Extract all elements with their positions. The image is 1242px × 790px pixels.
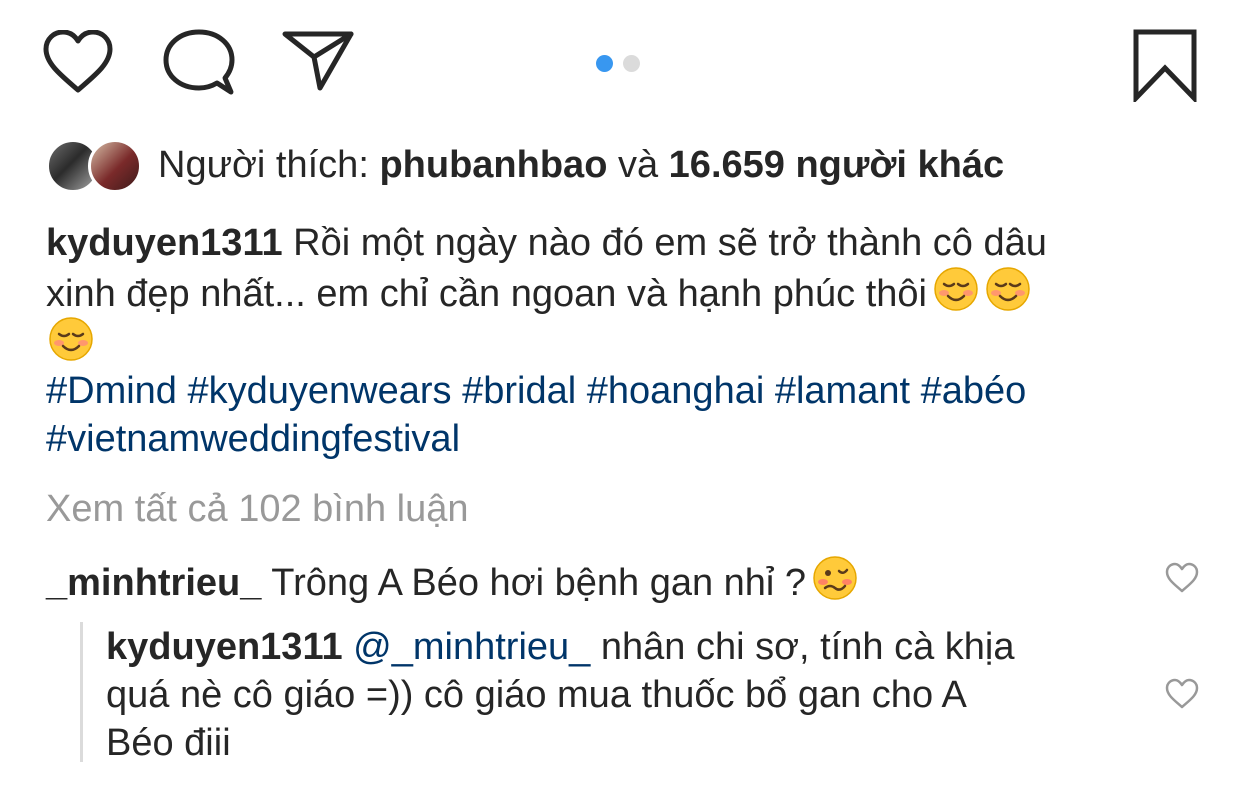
carousel-dot: [623, 55, 640, 72]
carousel-dot-active: [596, 55, 613, 72]
hashtags-line-1: #Dmind #kyduyenwears #bridal #hoanghai #…: [46, 366, 1026, 416]
reply-text-3: Béo điii: [106, 722, 231, 764]
comment-username[interactable]: _minhtrieu_: [46, 562, 261, 604]
reply-thread-line: [80, 622, 83, 762]
hashtags-line-2: #vietnamweddingfestival: [46, 414, 460, 464]
reply-username[interactable]: kyduyen1311: [106, 626, 343, 668]
comment-row: _minhtrieu_ Trông A Béo hơi bệnh gan nhỉ…: [46, 555, 858, 614]
smiling-face-icon: [985, 266, 1031, 325]
liker-username[interactable]: phubanhbao: [379, 144, 607, 186]
likes-conjunction: và: [617, 144, 659, 186]
liker-avatars[interactable]: [46, 139, 142, 193]
avatar: [88, 139, 142, 193]
caption-text-2: xinh đẹp nhất... em chỉ cần ngoan và hạn…: [46, 273, 927, 315]
reply-text-2: quá nè cô giáo =)) cô giáo mua thuốc bổ …: [106, 674, 967, 716]
hashtag-link[interactable]: #bridal: [462, 370, 576, 412]
hashtag-link[interactable]: #abéo: [921, 370, 1027, 412]
save-bookmark-icon[interactable]: [1132, 28, 1198, 102]
likes-prefix: Người thích:: [158, 144, 369, 186]
likes-summary[interactable]: Người thích: phubanhbao và 16.659 người …: [158, 140, 1004, 190]
hashtag-link[interactable]: #lamant: [775, 370, 910, 412]
carousel-indicator: [596, 55, 640, 72]
smiling-face-icon: [48, 316, 94, 367]
hashtag-link[interactable]: #vietnamweddingfestival: [46, 418, 460, 460]
woozy-face-icon: [812, 555, 858, 614]
smiling-face-icon: [933, 266, 979, 325]
hashtag-link[interactable]: #Dmind: [46, 370, 177, 412]
reply-like-heart-icon[interactable]: [1164, 678, 1200, 710]
reply-text-1: nhân chi sơ, tính cà khịa: [600, 626, 1015, 668]
like-heart-icon[interactable]: [42, 30, 114, 94]
likes-others-count[interactable]: 16.659 người khác: [669, 144, 1004, 186]
share-paper-plane-icon[interactable]: [282, 30, 354, 92]
caption-username[interactable]: kyduyen1311: [46, 222, 283, 264]
reply-line-1: kyduyen1311 @_minhtrieu_ nhân chi sơ, tí…: [106, 622, 1014, 672]
caption-text-1: Rồi một ngày nào đó em sẽ trở thành cô d…: [293, 222, 1047, 264]
comment-like-heart-icon[interactable]: [1164, 562, 1200, 594]
reply-mention-link[interactable]: @_minhtrieu_: [353, 626, 590, 668]
comment-bubble-icon[interactable]: [163, 28, 235, 96]
caption-line-2: xinh đẹp nhất... em chỉ cần ngoan và hạn…: [46, 266, 1031, 325]
hashtag-link[interactable]: #hoanghai: [587, 370, 765, 412]
caption-line-1: kyduyen1311 Rồi một ngày nào đó em sẽ tr…: [46, 218, 1047, 268]
comment-text: Trông A Béo hơi bệnh gan nhỉ ?: [271, 562, 807, 604]
hashtag-link[interactable]: #kyduyenwears: [188, 370, 452, 412]
view-all-comments-link[interactable]: Xem tất cả 102 bình luận: [46, 484, 469, 534]
